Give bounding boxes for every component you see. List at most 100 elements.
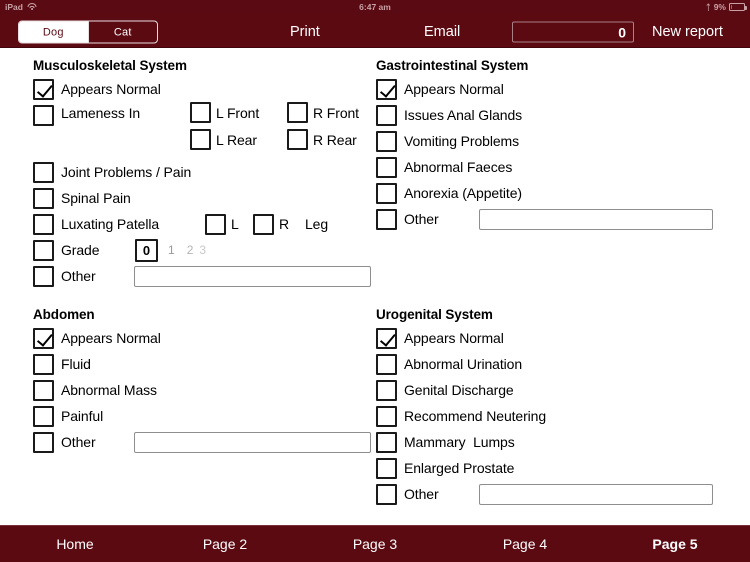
email-button[interactable]: Email xyxy=(424,24,460,40)
species-segmented-control[interactable]: Dog Cat xyxy=(18,20,158,44)
bluetooth-icon: ᛏ xyxy=(705,2,711,12)
row-abnormal-mass[interactable]: Abnormal Mass xyxy=(33,377,161,403)
input-other-gastrointestinal[interactable] xyxy=(479,208,713,230)
checkbox-vomiting-problems[interactable] xyxy=(376,130,397,152)
checkbox-l-front[interactable] xyxy=(190,102,211,123)
checkbox-grade[interactable] xyxy=(33,239,54,261)
tab-page-5[interactable]: Page 5 xyxy=(600,536,750,552)
row-abnormal-faeces[interactable]: Abnormal Faeces xyxy=(376,154,528,180)
checkbox-enlarged-prostate[interactable] xyxy=(376,457,397,479)
row-other-gastrointestinal: Other xyxy=(376,206,713,232)
patella-leg-text: Leg xyxy=(305,216,329,232)
section-title-gastrointestinal: Gastrointestinal System xyxy=(376,58,529,73)
new-report-button[interactable]: New report xyxy=(652,24,723,40)
checkbox-appears-normal-musculoskeletal[interactable] xyxy=(33,78,54,100)
row-vomiting-problems[interactable]: Vomiting Problems xyxy=(376,128,528,154)
row-lameness-in: Lameness In L Front R Front L Rear R Rea… xyxy=(33,102,359,154)
checkbox-lameness-in[interactable] xyxy=(33,105,54,126)
row-enlarged-prostate[interactable]: Enlarged Prostate xyxy=(376,455,546,481)
row-spinal-pain[interactable]: Spinal Pain xyxy=(33,185,191,211)
tab-page-4[interactable]: Page 4 xyxy=(450,536,600,552)
label-enlarged-prostate: Enlarged Prostate xyxy=(404,460,515,476)
checkbox-r-rear[interactable] xyxy=(287,129,308,150)
checkbox-l-rear[interactable] xyxy=(190,129,211,150)
row-other-urogenital: Other xyxy=(376,481,713,507)
row-appears-normal-gastrointestinal[interactable]: Appears Normal xyxy=(376,76,528,102)
checkbox-other-musculoskeletal[interactable] xyxy=(33,265,54,287)
row-recommend-neutering[interactable]: Recommend Neutering xyxy=(376,403,546,429)
label-l-rear: L Rear xyxy=(216,131,257,148)
row-appears-normal-abdomen[interactable]: Appears Normal xyxy=(33,325,161,351)
patella-option-l[interactable]: L xyxy=(205,213,239,235)
label-joint-problems: Joint Problems / Pain xyxy=(61,164,192,180)
checkbox-abnormal-faeces[interactable] xyxy=(376,156,397,178)
checkbox-mammary-lumps[interactable] xyxy=(376,431,397,453)
grade-option-2[interactable]: 2 xyxy=(187,243,194,257)
report-count-input[interactable] xyxy=(512,21,634,43)
label-other-musculoskeletal: Other xyxy=(61,268,96,284)
label-painful: Painful xyxy=(61,408,104,424)
print-button[interactable]: Print xyxy=(290,24,320,40)
section-musculoskeletal: Musculoskeletal System Appears Normal La… xyxy=(33,58,371,289)
row-mammary-lumps[interactable]: Mammary Lumps xyxy=(376,429,546,455)
checkbox-other-gastrointestinal[interactable] xyxy=(376,208,397,230)
row-appears-normal-musculoskeletal[interactable]: Appears Normal xyxy=(33,76,191,102)
row-painful[interactable]: Painful xyxy=(33,403,161,429)
checkbox-abnormal-mass[interactable] xyxy=(33,379,54,401)
input-other-abdomen[interactable] xyxy=(134,431,371,453)
checkbox-patella-r[interactable] xyxy=(253,213,274,235)
checkbox-fluid[interactable] xyxy=(33,353,54,375)
checkbox-abnormal-urination[interactable] xyxy=(376,353,397,375)
row-fluid[interactable]: Fluid xyxy=(33,351,161,377)
checkbox-r-front[interactable] xyxy=(287,102,308,123)
segment-cat[interactable]: Cat xyxy=(87,21,158,43)
bottom-tab-bar: Home Page 2 Page 3 Page 4 Page 5 xyxy=(0,525,750,562)
label-abnormal-faeces: Abnormal Faeces xyxy=(404,159,513,175)
row-issues-anal-glands[interactable]: Issues Anal Glands xyxy=(376,102,528,128)
row-appears-normal-urogenital[interactable]: Appears Normal xyxy=(376,325,546,351)
row-anorexia[interactable]: Anorexia (Appetite) xyxy=(376,180,528,206)
checkbox-other-urogenital[interactable] xyxy=(376,483,397,505)
row-genital-discharge[interactable]: Genital Discharge xyxy=(376,377,546,403)
label-fluid: Fluid xyxy=(61,356,91,372)
checkbox-painful[interactable] xyxy=(33,405,54,427)
checkbox-issues-anal-glands[interactable] xyxy=(376,104,397,126)
battery-percent-label: 9% xyxy=(713,2,726,12)
row-grade: Grade 0 1 2 3 xyxy=(33,237,206,263)
segment-dog[interactable]: Dog xyxy=(19,21,88,43)
label-vomiting-problems: Vomiting Problems xyxy=(404,133,520,149)
grade-option-1[interactable]: 1 xyxy=(168,243,175,257)
grade-option-0[interactable]: 0 xyxy=(135,238,158,262)
checkbox-spinal-pain[interactable] xyxy=(33,187,54,209)
checkbox-appears-normal-gastrointestinal[interactable] xyxy=(376,78,397,100)
tab-home[interactable]: Home xyxy=(0,536,150,552)
row-joint-problems[interactable]: Joint Problems / Pain xyxy=(33,159,191,185)
checkbox-appears-normal-abdomen[interactable] xyxy=(33,327,54,349)
input-other-musculoskeletal[interactable] xyxy=(134,265,371,287)
label-other-gastrointestinal: Other xyxy=(404,211,439,227)
lameness-option-l-front[interactable]: L Front xyxy=(190,102,259,123)
label-patella-leg-suffix: Leg xyxy=(305,216,328,232)
checkbox-joint-problems[interactable] xyxy=(33,161,54,183)
checkbox-patella-l[interactable] xyxy=(205,213,226,235)
tab-page-3[interactable]: Page 3 xyxy=(300,536,450,552)
checkbox-anorexia[interactable] xyxy=(376,182,397,204)
checkbox-other-abdomen[interactable] xyxy=(33,431,54,453)
grade-option-3[interactable]: 3 xyxy=(199,243,206,257)
checkbox-appears-normal-urogenital[interactable] xyxy=(376,327,397,349)
input-other-urogenital[interactable] xyxy=(479,483,713,505)
checkbox-recommend-neutering[interactable] xyxy=(376,405,397,427)
checkbox-genital-discharge[interactable] xyxy=(376,379,397,401)
lameness-option-r-front[interactable]: R Front xyxy=(287,102,359,123)
grade-selector[interactable]: 0 1 2 3 xyxy=(135,238,206,262)
lameness-option-r-rear[interactable]: R Rear xyxy=(287,129,357,150)
tab-page-2[interactable]: Page 2 xyxy=(150,536,300,552)
section-gastrointestinal: Gastrointestinal System Appears Normal I… xyxy=(376,58,713,232)
checkbox-luxating-patella[interactable] xyxy=(33,213,54,235)
section-urogenital: Urogenital System Appears Normal Abnorma… xyxy=(376,307,713,507)
patella-option-r[interactable]: R xyxy=(253,213,289,235)
row-abnormal-urination[interactable]: Abnormal Urination xyxy=(376,351,546,377)
battery-icon xyxy=(729,3,747,11)
label-other-abdomen: Other xyxy=(61,434,96,450)
lameness-option-l-rear[interactable]: L Rear xyxy=(190,129,257,150)
